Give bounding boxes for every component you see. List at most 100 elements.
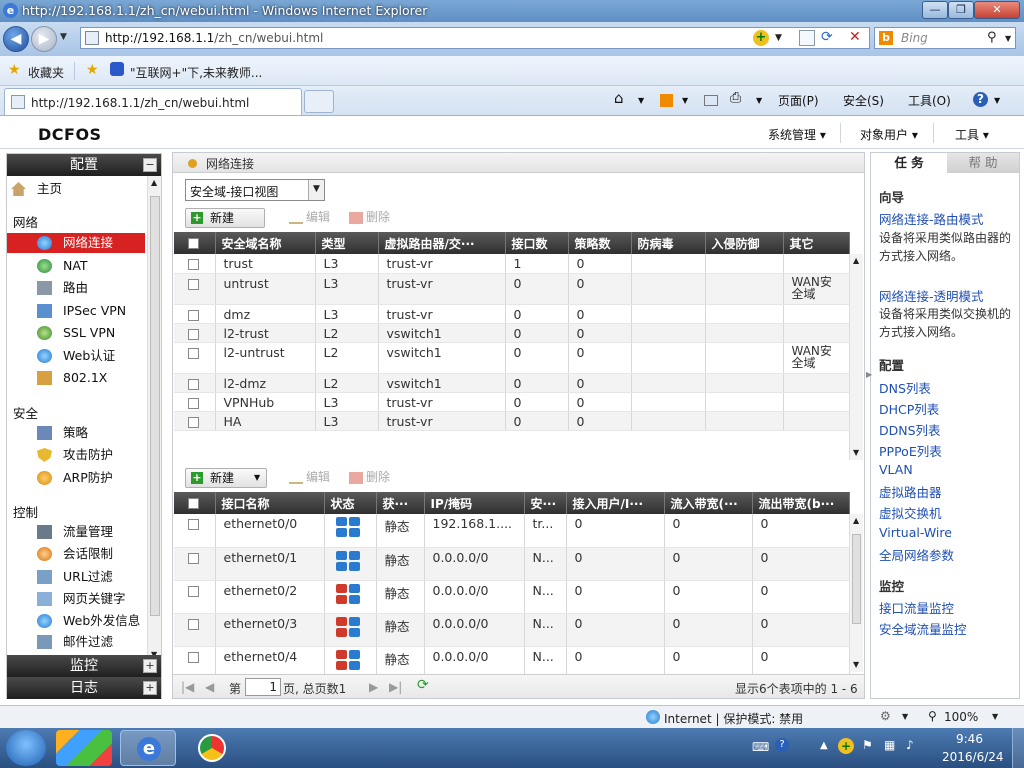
delete-zone-button[interactable]: 删除 <box>349 208 390 228</box>
last-page-icon[interactable]: ▶| <box>389 680 402 694</box>
clock-time[interactable]: 9:46 <box>956 732 983 746</box>
sidebar-item-network-connection[interactable]: 网络连接 <box>7 233 145 253</box>
table-row[interactable]: VPNHub L3 trust-vr 0 0 <box>174 392 850 412</box>
back-button[interactable]: ◀ <box>3 26 29 52</box>
status-dropdown-icon[interactable]: ▼ <box>902 712 908 721</box>
menu-tools[interactable]: 工具 ▾ <box>955 126 989 143</box>
sidebar-item-ipsec-vpn[interactable]: IPSec VPN <box>15 301 145 321</box>
sidebar-item-web-auth[interactable]: Web认证 <box>15 346 145 366</box>
col-interface-count[interactable]: 接口数 <box>505 232 569 254</box>
table-row[interactable]: ethernet0/0 静态 192.168.1.... tr... 0 0 0 <box>174 514 850 548</box>
clock-date[interactable]: 2016/6/24 <box>942 750 1004 764</box>
table-row[interactable]: untrust L3 trust-vr 0 0 WAN安全域 <box>174 273 850 305</box>
checkbox[interactable] <box>188 278 199 290</box>
help-dropdown-icon[interactable]: ▼ <box>994 96 1000 105</box>
table-row[interactable]: trust L3 trust-vr 1 0 <box>174 254 850 274</box>
col-antivirus[interactable]: 防病毒 <box>631 232 706 254</box>
sidebar-item-nat[interactable]: NAT <box>15 256 145 276</box>
sidebar-item-url-filter[interactable]: URL过滤 <box>15 567 145 587</box>
sidebar-item-policy[interactable]: 策略 <box>15 423 145 443</box>
page-number-input[interactable]: 1 <box>245 678 281 696</box>
sidebar-item-mail-filter[interactable]: 邮件过滤 <box>15 632 145 652</box>
feeds-icon[interactable] <box>660 94 673 107</box>
table-row[interactable]: l2-untrust L2 vswitch1 0 0 WAN安全域 <box>174 342 850 374</box>
zoom-dropdown-icon[interactable]: ▼ <box>992 712 998 721</box>
address-dropdown-icon[interactable]: ▼ <box>775 33 782 43</box>
col-security[interactable]: 安··· <box>524 492 567 514</box>
recent-pages-dropdown-icon[interactable]: ▼ <box>60 32 67 42</box>
interfaces-scrollbar[interactable]: ▲ ▼ <box>849 514 863 672</box>
scroll-down-icon[interactable]: ▼ <box>853 660 859 669</box>
close-window-button[interactable]: ✕ <box>974 1 1020 19</box>
sidebar-item-session-limit[interactable]: 会话限制 <box>15 544 145 564</box>
checkbox[interactable] <box>188 552 199 564</box>
address-bar[interactable]: http://192.168.1.1/zh_cn/webui.html + ▼ … <box>80 27 870 49</box>
chevron-down-icon[interactable]: ▼ <box>254 469 260 487</box>
compatibility-icon[interactable]: + <box>753 30 769 46</box>
feeds-dropdown-icon[interactable]: ▼ <box>682 96 688 105</box>
help-icon[interactable]: ? <box>973 92 988 107</box>
link-vlan[interactable]: VLAN <box>879 462 913 477</box>
delete-interface-button[interactable]: 删除 <box>349 468 390 488</box>
col-virtual-router[interactable]: 虚拟路由器/交··· <box>378 232 506 254</box>
start-button[interactable] <box>6 730 46 766</box>
search-dropdown-icon[interactable]: ▼ <box>1005 34 1011 43</box>
protected-mode-icon[interactable]: ⚙ <box>880 709 891 723</box>
chevron-down-icon[interactable]: ▼ <box>308 180 324 200</box>
checkbox[interactable] <box>188 585 199 597</box>
sidebar-item-keyword[interactable]: 网页关键字 <box>15 589 145 609</box>
browser-tab-active[interactable]: http://192.168.1.1/zh_cn/webui.html <box>4 88 302 115</box>
view-select[interactable]: 安全域-接口视图 ▼ <box>185 179 325 201</box>
link-pppoe-list[interactable]: PPPoE列表 <box>879 441 942 460</box>
row-checkbox[interactable] <box>174 613 216 647</box>
link-virtual-wire[interactable]: Virtual-Wire <box>879 525 952 540</box>
chrome-taskbar-button[interactable] <box>184 730 240 766</box>
forward-button[interactable]: ▶ <box>31 26 57 52</box>
sidebar-item-route[interactable]: 路由 <box>15 278 145 298</box>
tab-tasks[interactable]: 任 务 <box>871 153 947 173</box>
scroll-thumb[interactable] <box>852 534 861 624</box>
link-global-network-params[interactable]: 全局网络参数 <box>879 545 954 564</box>
tray-volume-icon[interactable]: ♪ <box>906 738 914 752</box>
row-checkbox[interactable] <box>174 580 216 614</box>
col-zone-name[interactable]: 安全域名称 <box>215 232 316 254</box>
security-zone-status[interactable]: Internet | 保护模式: 禁用 <box>664 710 803 727</box>
maximize-button[interactable]: ❐ <box>948 1 974 19</box>
wizard-transparent-mode-link[interactable]: 网络连接-透明模式 <box>879 286 984 305</box>
table-row[interactable]: HA L3 trust-vr 0 0 <box>174 411 850 431</box>
table-row[interactable]: ethernet0/1 静态 0.0.0.0/0 N... 0 0 0 <box>174 547 850 581</box>
scroll-thumb[interactable] <box>150 196 160 616</box>
tools-menu[interactable]: 工具(O) <box>908 92 951 109</box>
edit-zone-button[interactable]: 编辑 <box>289 208 330 228</box>
minimize-button[interactable]: — <box>922 1 948 19</box>
new-zone-button[interactable]: + 新建 <box>185 208 265 228</box>
favorites-button[interactable]: 收藏夹 <box>28 64 64 81</box>
table-row[interactable]: ethernet0/3 静态 0.0.0.0/0 N... 0 0 0 <box>174 613 850 647</box>
tray-help-icon[interactable]: ? <box>775 738 789 752</box>
col-interface-name[interactable]: 接口名称 <box>215 492 325 514</box>
tray-expand-icon[interactable]: ▲ <box>820 740 828 751</box>
col-inbound[interactable]: 流入带宽(··· <box>664 492 753 514</box>
row-checkbox[interactable] <box>174 373 216 393</box>
col-obtain[interactable]: 获··· <box>376 492 425 514</box>
row-checkbox[interactable] <box>174 273 216 305</box>
scroll-down-icon[interactable]: ▼ <box>853 448 859 457</box>
checkbox[interactable] <box>188 309 199 321</box>
refresh-icon[interactable]: ⟳ <box>417 677 429 693</box>
select-all-checkbox[interactable] <box>174 492 216 514</box>
row-checkbox[interactable] <box>174 514 216 548</box>
scroll-up-icon[interactable]: ▲ <box>853 256 859 265</box>
table-row[interactable]: l2-trust L2 vswitch1 0 0 <box>174 323 850 343</box>
checkbox[interactable] <box>188 347 199 359</box>
sidebar-item-8021x[interactable]: 802.1X <box>15 368 145 388</box>
tray-keyboard-icon[interactable]: ⌨ <box>752 740 769 754</box>
link-interface-traffic-monitor[interactable]: 接口流量监控 <box>879 598 954 617</box>
checkbox[interactable] <box>188 618 199 630</box>
scroll-up-icon[interactable]: ▲ <box>853 516 859 525</box>
sidebar-item-home[interactable]: 主页 <box>7 179 137 199</box>
safety-menu[interactable]: 安全(S) <box>843 92 884 109</box>
edit-interface-button[interactable]: 编辑 <box>289 468 330 488</box>
tray-flag-icon[interactable]: ⚑ <box>862 738 873 752</box>
scroll-up-icon[interactable]: ▲ <box>151 178 157 187</box>
sidebar-item-arp-defense[interactable]: ARP防护 <box>15 468 145 488</box>
